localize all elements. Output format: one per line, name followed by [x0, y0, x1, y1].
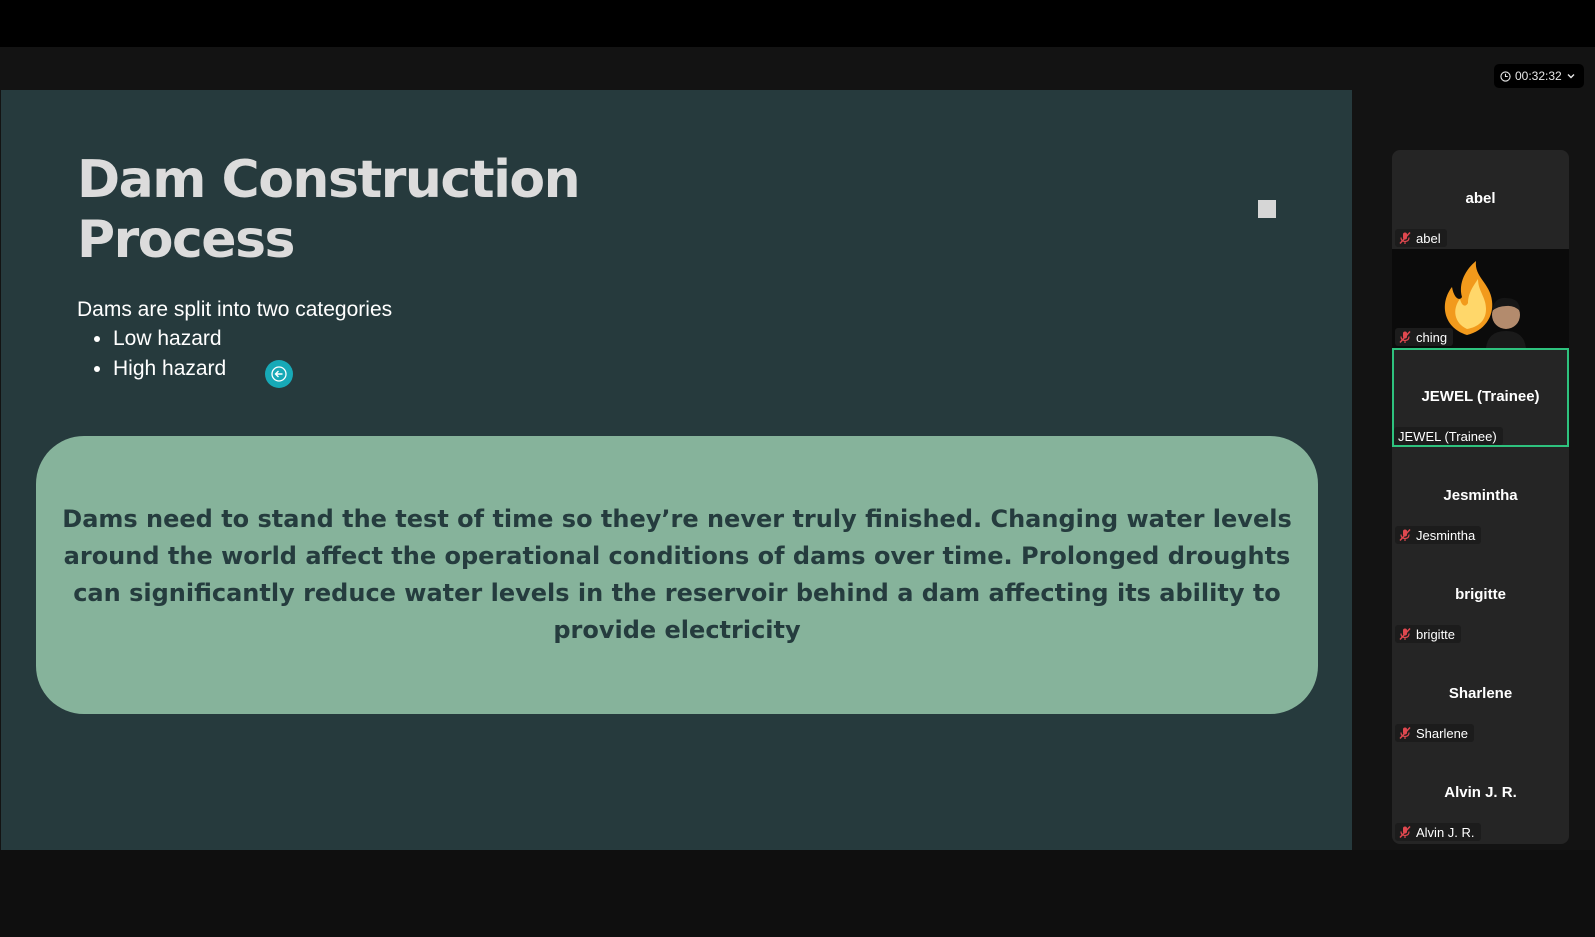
participant-name: abel: [1465, 190, 1496, 207]
participant-label: JEWEL (Trainee): [1394, 427, 1503, 445]
participant-tile-jesmintha[interactable]: Jesmintha Jesmintha: [1392, 447, 1569, 546]
participant-tile-brigitte[interactable]: brigitte brigitte: [1392, 546, 1569, 645]
participant-label: abel: [1395, 229, 1447, 247]
hazard-list: Low hazard High hazard: [77, 324, 226, 384]
participant-label: Sharlene: [1395, 724, 1475, 742]
stop-share-icon[interactable]: [1258, 200, 1276, 218]
participant-tile-sharlene[interactable]: Sharlene Sharlene: [1392, 645, 1569, 744]
slide-intro-text: Dams are split into two categories: [77, 298, 393, 321]
participant-name: JEWEL (Trainee): [1421, 388, 1540, 405]
arrow-left-icon: [271, 366, 287, 382]
timer-text: 00:32:32: [1515, 69, 1562, 83]
slide-callout-box: Dams need to stand the test of time so t…: [36, 436, 1318, 714]
participant-label: Alvin J. R.: [1395, 823, 1481, 841]
participant-avatar-video: [1486, 297, 1526, 348]
bottom-bar: [0, 850, 1595, 937]
participant-label: brigitte: [1395, 625, 1462, 643]
muted-mic-icon: [1399, 330, 1411, 344]
participant-name: Jesmintha: [1443, 487, 1518, 504]
participant-label: ching: [1395, 328, 1454, 346]
participant-name: Alvin J. R.: [1444, 784, 1517, 801]
muted-mic-icon: [1399, 627, 1411, 641]
participant-label: Jesmintha: [1395, 526, 1482, 544]
muted-mic-icon: [1399, 231, 1411, 245]
top-bar: [0, 0, 1595, 47]
clock-icon: [1500, 70, 1511, 82]
bullet-high-hazard: High hazard: [113, 354, 226, 384]
participant-tile-ching[interactable]: ching: [1392, 249, 1569, 348]
participant-tile-jewel[interactable]: JEWEL (Trainee) JEWEL (Trainee): [1392, 348, 1569, 447]
bullet-low-hazard: Low hazard: [113, 324, 226, 354]
muted-mic-icon: [1399, 528, 1411, 542]
muted-mic-icon: [1399, 726, 1411, 740]
participant-tile-alvin[interactable]: Alvin J. R. Alvin J. R.: [1392, 744, 1569, 843]
chevron-down-icon[interactable]: [1566, 71, 1576, 81]
shared-slide: Dam Construction Process Dams are split …: [1, 90, 1352, 850]
presenter-pointer: [265, 360, 293, 388]
slide-title: Dam Construction Process: [77, 150, 581, 270]
callout-text: Dams need to stand the test of time so t…: [62, 505, 1292, 644]
participant-tile-abel[interactable]: abel abel: [1392, 150, 1569, 249]
muted-mic-icon: [1399, 825, 1411, 839]
participants-panel: abel abel ching JEWEL (Trainee) JEWEL (T…: [1392, 150, 1569, 844]
participant-name: Sharlene: [1448, 685, 1513, 702]
meeting-timer[interactable]: 00:32:32: [1494, 64, 1584, 88]
participant-name: brigitte: [1455, 586, 1506, 603]
